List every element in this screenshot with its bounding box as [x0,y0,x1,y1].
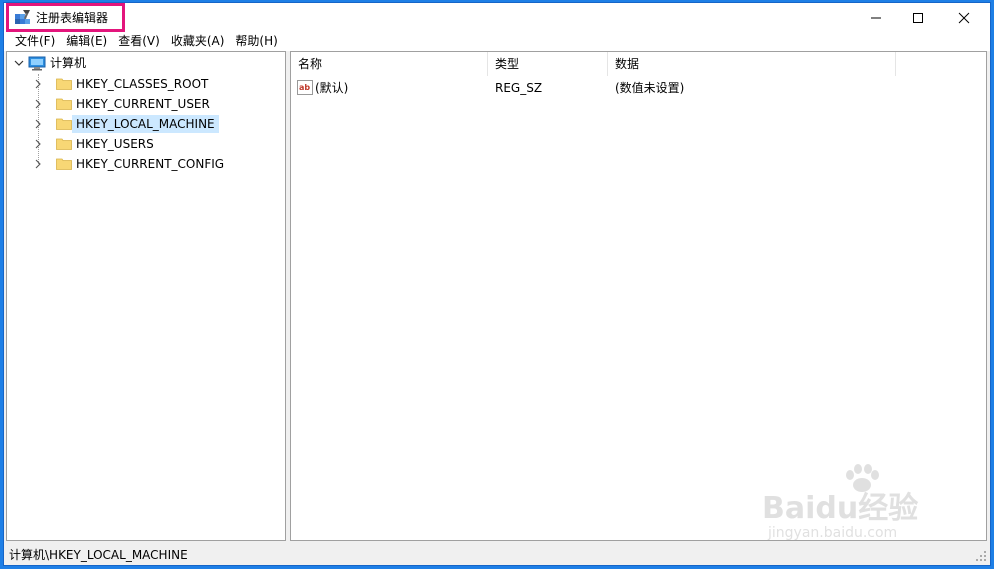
menu-view[interactable]: 查看(V) [113,32,166,51]
menu-edit[interactable]: 编辑(E) [61,32,113,51]
tree-item-label[interactable]: HKEY_USERS [72,135,158,153]
watermark-url: jingyan.baidu.com [768,525,898,541]
key-tree[interactable]: 计算机 HKEY_CLASSES_ROOT HKEY_CURRENT_USER [6,51,286,541]
folder-icon [56,78,72,90]
column-header-type[interactable]: 类型 [488,52,608,76]
tree-item-computer[interactable]: 计算机 [46,54,90,72]
chevron-right-icon[interactable] [33,159,43,169]
maximize-button[interactable] [895,3,941,32]
close-button[interactable] [941,3,987,32]
maximize-icon [913,12,923,23]
value-data: (数值未设置) [615,81,685,95]
title-bar[interactable]: 注册表编辑器 [4,3,990,32]
status-path: 计算机\HKEY_LOCAL_MACHINE [9,548,188,562]
regedit-window: 注册表编辑器 文件(F) 编辑(E) 查看(V) 收藏夹(A) 帮助(H) 计算… [3,2,991,566]
chevron-right-icon[interactable] [33,119,43,129]
tree-item-label[interactable]: HKEY_CLASSES_ROOT [72,75,212,93]
title-highlight-box [6,3,125,32]
menu-favorites[interactable]: 收藏夹(A) [166,32,231,51]
column-header-data[interactable]: 数据 [608,52,896,76]
chevron-right-icon[interactable] [33,139,43,149]
string-value-icon: ab [297,80,313,95]
watermark-brand: Baidu经验 [762,491,919,526]
baidu-watermark: Baidu经验 jingyan.baidu.com [762,463,952,553]
tree-item-label[interactable]: HKEY_CURRENT_CONFIG [72,155,228,173]
computer-icon [28,56,46,71]
close-icon [958,12,970,23]
folder-icon [56,118,72,130]
folder-icon [56,158,72,170]
value-name[interactable]: (默认) [315,79,348,97]
tree-item-label-selected[interactable]: HKEY_LOCAL_MACHINE [72,115,219,133]
svg-text:ab: ab [299,83,310,92]
minimize-button[interactable] [853,3,899,32]
minimize-icon [871,17,881,18]
folder-icon [56,138,72,150]
menu-bar: 文件(F) 编辑(E) 查看(V) 收藏夹(A) 帮助(H) [4,32,990,51]
column-header-name[interactable]: 名称 [291,52,488,76]
menu-help[interactable]: 帮助(H) [230,32,283,51]
tree-item-label[interactable]: HKEY_CURRENT_USER [72,95,214,113]
menu-file[interactable]: 文件(F) [10,32,61,51]
value-type: REG_SZ [495,81,543,95]
resize-grip-icon[interactable] [976,551,987,562]
chevron-right-icon[interactable] [33,79,43,89]
chevron-right-icon[interactable] [33,99,43,109]
folder-icon [56,98,72,110]
chevron-down-icon[interactable] [14,58,24,68]
